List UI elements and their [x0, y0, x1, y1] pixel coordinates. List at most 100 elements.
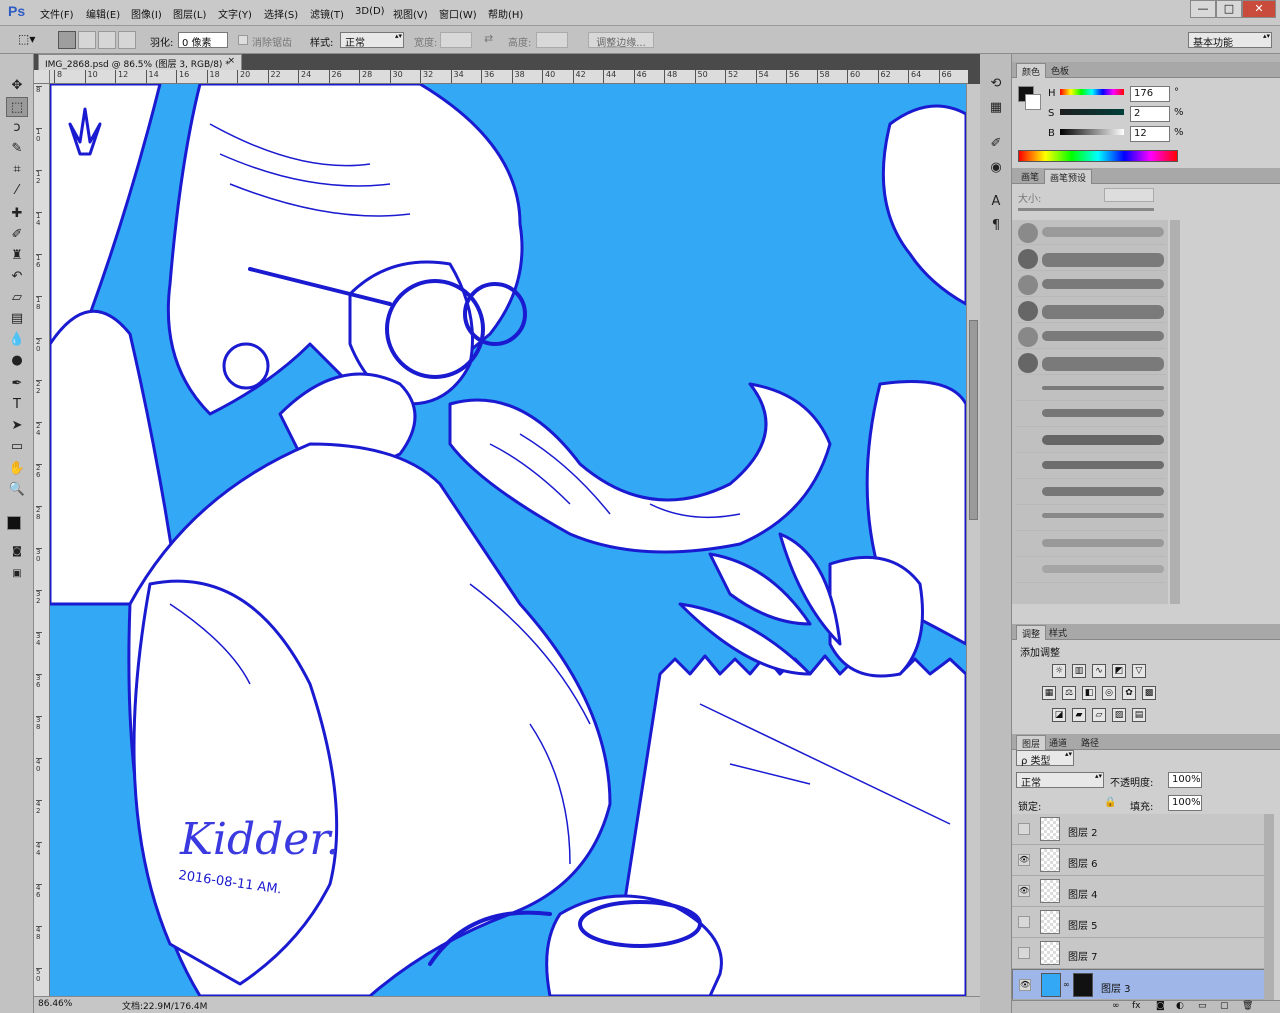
eye-icon[interactable]: 👁	[1018, 854, 1030, 866]
vertical-ruler[interactable]: 8 10 12 14 16 18 20 22 24 26 28 30 32 34 36 38 40 42 44 46 4…	[34, 84, 50, 996]
menu-filter[interactable]: 滤镜(T)	[310, 6, 344, 21]
layer-row[interactable]: 👁 图层 4	[1012, 876, 1274, 907]
tab-brush-presets[interactable]: 画笔预设	[1044, 169, 1093, 184]
posterize-icon[interactable]: ▰	[1072, 708, 1086, 722]
h-input[interactable]: 176	[1130, 86, 1170, 102]
new-group-icon[interactable]: ▭	[1198, 1001, 1207, 1011]
vibrance-icon[interactable]: ▽	[1132, 664, 1146, 678]
maximize-button[interactable]: □	[1216, 0, 1242, 18]
quick-mask-icon[interactable]: ◙	[6, 542, 28, 562]
style-select[interactable]: 正常	[340, 32, 404, 49]
quick-select-tool-icon[interactable]: ✎	[6, 139, 28, 159]
crop-tool-icon[interactable]: ⌗	[6, 160, 28, 180]
layer-visibility-toggle[interactable]	[1018, 916, 1030, 928]
add-mask-icon[interactable]: ◙	[1156, 1001, 1165, 1011]
gradient-tool-icon[interactable]: ▤	[6, 309, 28, 329]
intersect-selection-button[interactable]	[118, 31, 136, 49]
eye-icon[interactable]: 👁	[1019, 979, 1031, 991]
marquee-preset-icon[interactable]: ⬚▾	[18, 31, 36, 49]
brush-size-slider[interactable]	[1018, 208, 1154, 211]
menu-type[interactable]: 文字(Y)	[218, 6, 252, 21]
antialias-checkbox[interactable]	[238, 35, 248, 45]
layer-row[interactable]: 👁 图层 6	[1012, 845, 1274, 876]
zoom-tool-icon[interactable]: 🔍	[6, 480, 28, 500]
height-input[interactable]	[536, 32, 568, 48]
tab-paths[interactable]: 路径	[1076, 735, 1104, 750]
opacity-input[interactable]: 100%	[1168, 772, 1202, 788]
layer-row[interactable]: 图层 2	[1012, 814, 1274, 845]
feather-input[interactable]: 0 像素	[178, 32, 228, 49]
blur-tool-icon[interactable]: 💧	[6, 330, 28, 350]
foreground-color-swatch[interactable]	[7, 516, 21, 530]
layer-visibility-toggle[interactable]	[1018, 947, 1030, 959]
hand-tool-icon[interactable]: ✋	[6, 459, 28, 479]
dodge-tool-icon[interactable]: ●	[6, 351, 28, 371]
brush-tool-icon[interactable]: ✐	[6, 225, 28, 245]
brush-panel-icon[interactable]: ✐	[985, 134, 1007, 154]
workspace-select[interactable]: 基本功能	[1188, 32, 1272, 49]
menu-window[interactable]: 窗口(W)	[439, 6, 477, 21]
shape-tool-icon[interactable]: ▭	[6, 437, 28, 457]
document-tab[interactable]: IMG_2868.psd @ 86.5% (图层 3, RGB/8) * ×	[38, 54, 242, 70]
history-brush-tool-icon[interactable]: ↶	[6, 267, 28, 287]
menu-image[interactable]: 图像(I)	[131, 6, 162, 21]
blend-mode-select[interactable]: 正常	[1016, 772, 1104, 789]
layer-kind-filter[interactable]: ρ 类型	[1016, 750, 1074, 767]
color-balance-icon[interactable]: ⚖	[1062, 686, 1076, 700]
menu-file[interactable]: 文件(F)	[40, 6, 74, 21]
b-input[interactable]: 12	[1130, 126, 1170, 142]
menu-select[interactable]: 选择(S)	[264, 6, 298, 21]
tab-brush[interactable]: 画笔	[1016, 169, 1044, 184]
new-selection-button[interactable]	[58, 31, 76, 49]
swap-icon[interactable]: ⇄	[484, 32, 493, 45]
canvas[interactable]: Kidder. 2016-08-11 AM.	[50, 84, 966, 996]
eraser-tool-icon[interactable]: ▱	[6, 288, 28, 308]
h-slider[interactable]	[1060, 89, 1124, 95]
menu-help[interactable]: 帮助(H)	[488, 6, 523, 21]
tab-swatches[interactable]: 色板	[1046, 63, 1074, 78]
character-panel-icon[interactable]: A	[985, 192, 1007, 212]
s-slider[interactable]	[1060, 109, 1124, 115]
paragraph-panel-icon[interactable]: ¶	[985, 216, 1007, 236]
lasso-tool-icon[interactable]: ↄ	[6, 118, 28, 138]
menu-3d[interactable]: 3D(D)	[355, 6, 385, 17]
tab-styles[interactable]: 样式	[1044, 625, 1072, 640]
layer-style-icon[interactable]: fx	[1132, 1001, 1141, 1011]
brush-size-input[interactable]	[1104, 188, 1154, 202]
pen-tool-icon[interactable]: ✒	[6, 374, 28, 394]
lock-all-icon[interactable]: 🔒	[1104, 797, 1116, 808]
brush-list[interactable]	[1012, 220, 1168, 604]
type-tool-icon[interactable]: T	[6, 395, 28, 415]
close-button[interactable]: ✕	[1242, 0, 1276, 18]
black-white-icon[interactable]: ◧	[1082, 686, 1096, 700]
width-input[interactable]	[440, 32, 472, 48]
tab-channels[interactable]: 通道	[1044, 735, 1072, 750]
marquee-tool-icon[interactable]: ⬚	[6, 97, 28, 117]
healing-brush-tool-icon[interactable]: ✚	[6, 204, 28, 224]
fill-input[interactable]: 100%	[1168, 795, 1202, 811]
screen-mode-icon[interactable]: ▣	[6, 564, 28, 584]
history-panel-icon[interactable]: ⟲	[985, 74, 1007, 94]
delete-layer-icon[interactable]: 🗑	[1242, 1001, 1253, 1011]
add-selection-button[interactable]	[78, 31, 96, 49]
horizontal-ruler[interactable]: 8 10 12 14 16 18 20 22 24 26 28 30 32 34 36 38 40 42 44 46 4…	[50, 70, 968, 84]
gradient-map-icon[interactable]: ▤	[1132, 708, 1146, 722]
brightness-icon[interactable]: ☼	[1052, 664, 1066, 678]
b-slider[interactable]	[1060, 129, 1124, 135]
zoom-level[interactable]: 86.46%	[38, 999, 72, 1009]
close-document-icon[interactable]: ×	[227, 56, 235, 66]
bg-color-swatch[interactable]	[1025, 94, 1041, 110]
exposure-icon[interactable]: ◩	[1112, 664, 1126, 678]
brush-list-scrollbar[interactable]	[1170, 220, 1180, 604]
link-layers-icon[interactable]: ∞	[1112, 1001, 1120, 1011]
eye-icon[interactable]: 👁	[1018, 885, 1030, 897]
vertical-scrollbar[interactable]	[966, 84, 980, 996]
menu-view[interactable]: 视图(V)	[393, 6, 428, 21]
invert-icon[interactable]: ◪	[1052, 708, 1066, 722]
s-input[interactable]: 2	[1130, 106, 1170, 122]
layer-row[interactable]: 图层 5	[1012, 907, 1274, 938]
levels-icon[interactable]: ▥	[1072, 664, 1086, 678]
move-tool-icon[interactable]: ✥	[6, 76, 28, 96]
layer-row[interactable]: 图层 7	[1012, 938, 1274, 969]
hue-sat-icon[interactable]: ▦	[1042, 686, 1056, 700]
